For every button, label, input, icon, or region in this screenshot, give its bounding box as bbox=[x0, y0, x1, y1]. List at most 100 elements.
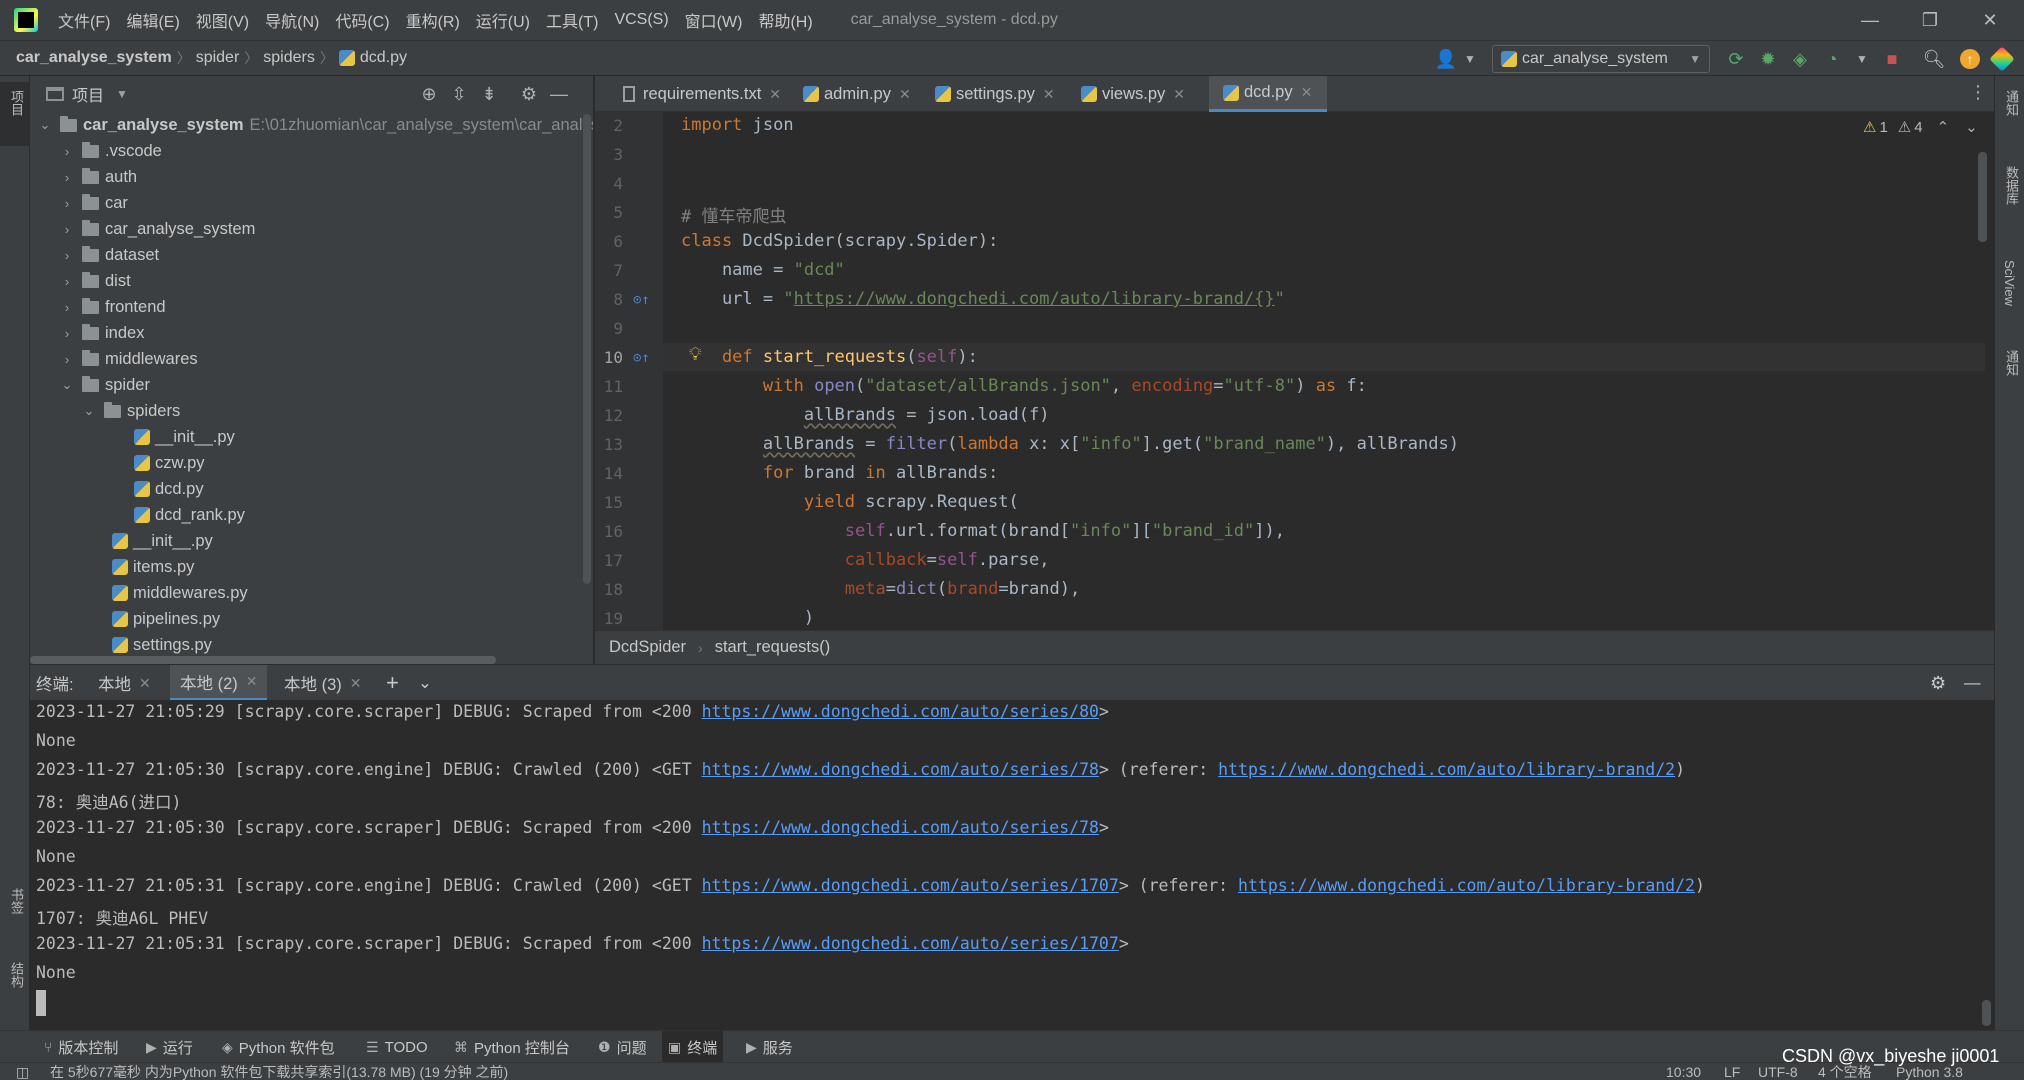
tree-vertical-scrollbar[interactable] bbox=[583, 114, 591, 584]
update-icon[interactable]: ↑ bbox=[1958, 47, 1982, 71]
terminal-link[interactable]: https://www.dongchedi.com/auto/series/80 bbox=[702, 702, 1099, 721]
debug-icon[interactable]: ✹ bbox=[1756, 47, 1780, 71]
sciview-tool-button[interactable]: SciView bbox=[1995, 256, 2024, 346]
hide-icon[interactable]: — bbox=[1964, 665, 1981, 701]
terminal-link[interactable]: https://www.dongchedi.com/auto/series/17… bbox=[702, 934, 1119, 953]
close-icon[interactable]: ✕ bbox=[1043, 86, 1055, 103]
minimize-button[interactable]: — bbox=[1842, 0, 1898, 40]
expand-all-icon[interactable]: ⇳ bbox=[448, 83, 470, 105]
rebuild-icon[interactable]: ⟳ bbox=[1724, 47, 1748, 71]
tree-item-file[interactable]: dcd.py bbox=[134, 476, 204, 502]
toolwindow-terminal[interactable]: ▣ 终端 bbox=[662, 1031, 724, 1063]
tree-item-file[interactable]: __init__.py bbox=[112, 528, 213, 554]
tree-item-folder[interactable]: › dist bbox=[60, 268, 131, 294]
gear-icon[interactable]: ⚙ bbox=[1930, 665, 1946, 701]
menu-tools[interactable]: 工具(T) bbox=[546, 8, 598, 32]
code-editor[interactable]: 2 3 4 5 6 7 8 9 10 11 12 13 14 15 16 17 … bbox=[595, 112, 1994, 630]
editor-vertical-scrollbar[interactable] bbox=[1978, 152, 1987, 242]
terminal-tab-local-3[interactable]: 本地 (3) ✕ bbox=[284, 665, 361, 701]
terminal-link[interactable]: https://www.dongchedi.com/auto/series/17… bbox=[702, 876, 1119, 895]
tree-item-folder[interactable]: › dataset bbox=[60, 242, 159, 268]
toolwindow-run[interactable]: ▶ 运行 bbox=[140, 1031, 199, 1063]
nav-crumb-spiders[interactable]: spiders bbox=[263, 49, 315, 67]
menu-view[interactable]: 视图(V) bbox=[196, 8, 249, 32]
terminal-tab-local-2[interactable]: 本地 (2) ✕ bbox=[170, 665, 268, 701]
line-separator[interactable]: LF bbox=[1724, 1063, 1740, 1080]
chevron-down-icon[interactable]: ⌄ bbox=[1965, 118, 1978, 136]
menu-refactor[interactable]: 重构(R) bbox=[406, 8, 460, 32]
close-icon[interactable]: ✕ bbox=[246, 673, 258, 690]
toolwindow-python-console[interactable]: ⌘ Python 控制台 bbox=[448, 1031, 576, 1063]
caret-position[interactable]: 10:30 bbox=[1666, 1063, 1701, 1080]
restore-button[interactable]: ❐ bbox=[1902, 0, 1958, 40]
tab-dcd[interactable]: dcd.py ✕ bbox=[1209, 76, 1327, 112]
tree-item-file[interactable]: items.py bbox=[112, 554, 194, 580]
breadcrumb-method[interactable]: start_requests() bbox=[715, 638, 831, 657]
terminal-link[interactable]: https://www.dongchedi.com/auto/library-b… bbox=[1218, 760, 1675, 779]
override-marker-icon[interactable]: ⊙↑ bbox=[633, 350, 650, 366]
menu-help[interactable]: 帮助(H) bbox=[758, 8, 812, 32]
tab-admin[interactable]: admin.py ✕ bbox=[789, 76, 911, 112]
database-tool-button[interactable]: 数据库 bbox=[1995, 162, 2024, 252]
jetbrains-icon[interactable] bbox=[1989, 46, 2015, 72]
menu-edit[interactable]: 编辑(E) bbox=[126, 8, 179, 32]
tree-item-folder[interactable]: › middlewares bbox=[60, 346, 198, 372]
menu-window[interactable]: 窗口(W) bbox=[685, 8, 743, 32]
close-icon[interactable]: ✕ bbox=[1301, 84, 1313, 101]
tree-item-folder[interactable]: › index bbox=[60, 320, 144, 346]
chevron-down-icon[interactable]: ▼ bbox=[116, 87, 128, 101]
toolwindow-todo[interactable]: ☰ TODO bbox=[360, 1031, 434, 1063]
close-icon[interactable]: ✕ bbox=[139, 675, 151, 692]
close-icon[interactable]: ✕ bbox=[769, 86, 781, 103]
close-window-button[interactable]: ✕ bbox=[1962, 0, 2018, 40]
menu-navigate[interactable]: 导航(N) bbox=[265, 8, 319, 32]
notifications-tool-button[interactable]: 通知 bbox=[1995, 346, 2024, 416]
terminal-link[interactable]: https://www.dongchedi.com/auto/series/78 bbox=[702, 818, 1099, 837]
inspection-widget[interactable]: ⚠ 1 ⚠ 4 ⌃ ⌄ bbox=[1863, 118, 1978, 137]
tree-item-file[interactable]: dcd_rank.py bbox=[134, 502, 245, 528]
toolwindow-python-packages[interactable]: ◈ Python 软件包 bbox=[216, 1031, 341, 1063]
tab-views[interactable]: views.py ✕ bbox=[1067, 76, 1185, 112]
menu-file[interactable]: 文件(F) bbox=[58, 8, 110, 32]
toolwindow-vcs[interactable]: ⑂ 版本控制 bbox=[38, 1031, 124, 1063]
terminal-link[interactable]: https://www.dongchedi.com/auto/library-b… bbox=[1238, 876, 1695, 895]
tree-item-folder[interactable]: › auth bbox=[60, 164, 137, 190]
terminal-tab-local[interactable]: 本地 ✕ bbox=[98, 665, 151, 701]
project-panel-title[interactable]: 项目 bbox=[72, 82, 104, 106]
run-config-selector[interactable]: car_analyse_system ▼ bbox=[1492, 45, 1710, 73]
tree-item-file[interactable]: __init__.py bbox=[134, 424, 235, 450]
tree-item-folder[interactable]: › car_analyse_system bbox=[60, 216, 255, 242]
search-icon[interactable]: 🔍︎ bbox=[1922, 47, 1946, 71]
tree-item-file[interactable]: middlewares.py bbox=[112, 580, 248, 606]
collapse-all-icon[interactable]: ⇟ bbox=[478, 83, 500, 105]
toolwindow-problems[interactable]: ❶ 问题 bbox=[592, 1031, 653, 1063]
nav-crumb-file[interactable]: dcd.py bbox=[360, 49, 407, 67]
tree-item-folder[interactable]: ⌄ spider bbox=[60, 372, 150, 398]
tree-item-folder[interactable]: › .vscode bbox=[60, 138, 162, 164]
bookmarks-tool-button[interactable]: 书签 bbox=[0, 882, 30, 946]
tree-item-folder[interactable]: › frontend bbox=[60, 294, 166, 320]
notifications-top-tool-button[interactable]: 通知 bbox=[1995, 86, 2024, 146]
tab-settings[interactable]: settings.py ✕ bbox=[921, 76, 1055, 112]
menu-run[interactable]: 运行(U) bbox=[476, 8, 530, 32]
nav-crumb-project[interactable]: car_analyse_system bbox=[16, 49, 172, 67]
structure-tool-button[interactable]: 结构 bbox=[0, 956, 30, 1020]
breadcrumb-class[interactable]: DcdSpider bbox=[609, 638, 686, 657]
chevron-down-icon[interactable]: ▼ bbox=[1458, 47, 1482, 71]
menu-vcs[interactable]: VCS(S) bbox=[614, 11, 668, 29]
chevron-down-icon[interactable]: ▼ bbox=[1850, 47, 1874, 71]
tree-item-file[interactable]: pipelines.py bbox=[112, 606, 220, 632]
layout-icon[interactable]: ◫ bbox=[16, 1063, 29, 1080]
toolwindow-services[interactable]: ▶ 服务 bbox=[740, 1031, 799, 1063]
tree-item-folder[interactable]: › car bbox=[60, 190, 128, 216]
chevron-down-icon[interactable]: ⌄ bbox=[418, 665, 432, 701]
terminal-vertical-scrollbar[interactable] bbox=[1982, 1000, 1991, 1026]
more-tabs-icon[interactable]: ⋮ bbox=[1969, 82, 1987, 103]
close-icon[interactable]: ✕ bbox=[1173, 86, 1185, 103]
nav-crumb-spider[interactable]: spider bbox=[196, 49, 240, 67]
add-terminal-icon[interactable]: + bbox=[386, 665, 399, 701]
chevron-up-icon[interactable]: ⌃ bbox=[1937, 118, 1950, 136]
locate-icon[interactable]: ⊕ bbox=[418, 83, 440, 105]
tree-item-file[interactable]: settings.py bbox=[112, 632, 212, 658]
tree-item-folder[interactable]: ⌄ spiders bbox=[82, 398, 180, 424]
